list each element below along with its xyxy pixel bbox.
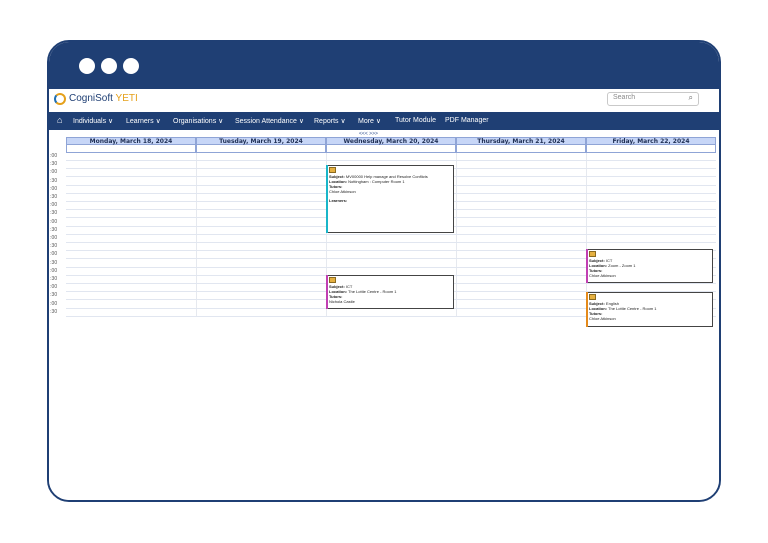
event-card[interactable]: Subject: ICT Location: The Lottie Centre… (326, 275, 454, 309)
event-accent-bar (326, 165, 328, 233)
nav-learners[interactable]: Learners ∨ (126, 117, 161, 125)
day-header-mon: Monday, March 18, 2024 (66, 137, 196, 145)
main-nav: ⌂ Individuals ∨ Learners ∨ Organisations… (49, 112, 719, 130)
time-label: 9 :30 (47, 177, 58, 184)
allday-cell[interactable] (326, 145, 456, 153)
event-location: Zoom - Zoom 1 (608, 263, 636, 268)
day-header-tue: Tuesday, March 19, 2024 (196, 137, 326, 145)
nav-reports[interactable]: Reports ∨ (314, 117, 346, 125)
time-label: 2 :30 (47, 226, 58, 233)
time-row-line (66, 242, 716, 243)
window-dot-2[interactable] (101, 58, 117, 74)
window-dot-3[interactable] (123, 58, 139, 74)
time-label: 8 :00 (47, 153, 58, 159)
logo[interactable]: CogniSoft YETI (69, 93, 138, 104)
logo-icon (54, 93, 66, 105)
event-tutors: Chloe Atkinson (589, 273, 616, 278)
time-label: 4 :00 (47, 251, 58, 258)
event-location: The Lottie Centre - Room 1 (348, 289, 397, 294)
allday-cell[interactable] (586, 145, 716, 153)
window-dot-1[interactable] (79, 58, 95, 74)
search-input[interactable]: Search ⌕ (607, 92, 699, 106)
event-learners-label: Learners: (329, 198, 348, 203)
browser-frame: CogniSoft YETI Search ⌕ ⌂ Individuals ∨ … (47, 40, 721, 502)
day-header-fri: Friday, March 22, 2024 (586, 137, 716, 145)
event-accent-bar (586, 249, 588, 283)
allday-cell[interactable] (66, 145, 196, 153)
day-header-wed: Wednesday, March 20, 2024 (326, 137, 456, 145)
nav-pdf-manager[interactable]: PDF Manager (445, 117, 489, 124)
time-label: 9 :00 (47, 169, 58, 176)
event-location: The Lottie Centre - Room 1 (608, 306, 657, 311)
time-label: 2 :00 (47, 218, 58, 225)
event-card[interactable]: Subject: ICT Location: Zoom - Zoom 1 Tut… (586, 249, 713, 283)
week-calendar: <<< >>> Monday, March 18, 2024 Tuesday, … (47, 130, 719, 500)
nav-session-attendance[interactable]: Session Attendance ∨ (235, 117, 304, 125)
event-card[interactable]: Subject: MV00000 Help manage and Resolve… (326, 165, 454, 233)
time-label: 3 :00 (47, 235, 58, 241)
nav-more[interactable]: More ∨ (358, 117, 381, 125)
calendar-event-icon (329, 277, 336, 283)
time-label: 1 :00 (47, 202, 58, 209)
time-label: 7 :30 (47, 308, 58, 315)
event-tutors: Nichola Castle (329, 299, 355, 304)
time-label: 4 :30 (47, 259, 58, 266)
time-row-line (66, 233, 716, 235)
nav-individuals[interactable]: Individuals ∨ (73, 117, 113, 125)
nav-tutor-module[interactable]: Tutor Module (395, 117, 436, 124)
search-icon[interactable]: ⌕ (689, 93, 693, 103)
calendar-event-icon (589, 294, 596, 300)
time-row-line (66, 160, 716, 161)
logo-main-text: CogniSoft (69, 93, 113, 104)
event-location: Nottingham : Computer Room 1 (348, 179, 405, 184)
time-label: 7 :00 (47, 300, 58, 307)
home-icon[interactable]: ⌂ (57, 115, 62, 125)
time-label: 0 :00 (47, 185, 58, 192)
time-label: 5 :00 (47, 267, 58, 274)
calendar-event-icon (589, 251, 596, 257)
time-label: 1 :30 (47, 210, 58, 217)
time-label: 8 :30 (47, 161, 58, 168)
calendar-event-icon (329, 167, 336, 173)
nav-organisations[interactable]: Organisations ∨ (173, 117, 223, 125)
day-header-thu: Thursday, March 21, 2024 (456, 137, 586, 145)
event-card[interactable]: Subject: English Location: The Lottie Ce… (586, 292, 713, 327)
time-label: 6 :00 (47, 284, 58, 291)
window-chrome (49, 42, 719, 89)
event-accent-bar (586, 292, 588, 327)
time-label: 5 :30 (47, 276, 58, 282)
event-accent-bar (326, 275, 328, 309)
time-label: 6 :30 (47, 292, 58, 299)
allday-cell[interactable] (456, 145, 586, 153)
time-label: 0 :30 (47, 194, 58, 200)
logo-accent-text: YETI (115, 93, 138, 104)
time-label: 3 :30 (47, 243, 58, 250)
allday-cell[interactable] (196, 145, 326, 153)
app-header: CogniSoft YETI Search ⌕ (49, 89, 719, 112)
search-placeholder: Search (613, 94, 636, 101)
event-tutors: Chloe Atkinson (589, 316, 616, 321)
